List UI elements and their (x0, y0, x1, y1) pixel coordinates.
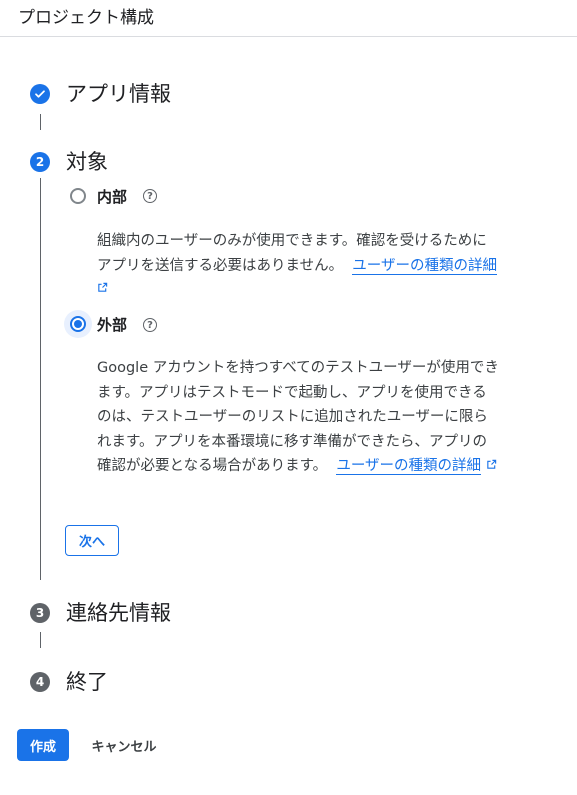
external-label[interactable]: 外部 (97, 314, 127, 335)
external-radio[interactable] (70, 316, 86, 332)
step-2-number-icon: 2 (30, 152, 50, 172)
external-link-icon[interactable] (486, 459, 497, 473)
page-title: プロジェクト構成 (18, 8, 154, 28)
internal-user-type-link[interactable]: ユーザーの種類の詳細 (352, 257, 498, 275)
header-divider (0, 36, 577, 37)
create-button[interactable]: 作成 (17, 729, 69, 761)
step-1-title[interactable]: アプリ情報 (66, 78, 171, 108)
internal-description: 組織内のユーザーのみが使用できます。確認を受けるために アプリを送信する必要はあ… (97, 233, 498, 275)
cancel-button[interactable]: キャンセル (80, 729, 168, 761)
external-description: Google アカウントを持つすべてのテストユーザーが使用でき ます。アプリはテ… (97, 360, 499, 475)
help-icon[interactable]: ? (143, 189, 157, 203)
internal-radio[interactable] (70, 188, 86, 204)
internal-label[interactable]: 内部 (97, 186, 127, 207)
help-icon[interactable]: ? (143, 318, 157, 332)
step-connector (40, 178, 41, 580)
step-1-check-icon (30, 84, 50, 104)
step-2-title[interactable]: 対象 (66, 146, 108, 176)
step-3-number-icon: 3 (30, 603, 50, 623)
step-4-title[interactable]: 終了 (66, 666, 108, 696)
step-connector (40, 114, 41, 130)
external-radio-halo (64, 310, 92, 338)
next-button[interactable]: 次へ (65, 525, 119, 556)
step-3-title[interactable]: 連絡先情報 (66, 597, 171, 627)
step-4-number-icon: 4 (30, 672, 50, 692)
external-link-icon[interactable] (97, 282, 108, 296)
step-connector (40, 632, 41, 648)
external-user-type-link[interactable]: ユーザーの種類の詳細 (336, 458, 482, 475)
